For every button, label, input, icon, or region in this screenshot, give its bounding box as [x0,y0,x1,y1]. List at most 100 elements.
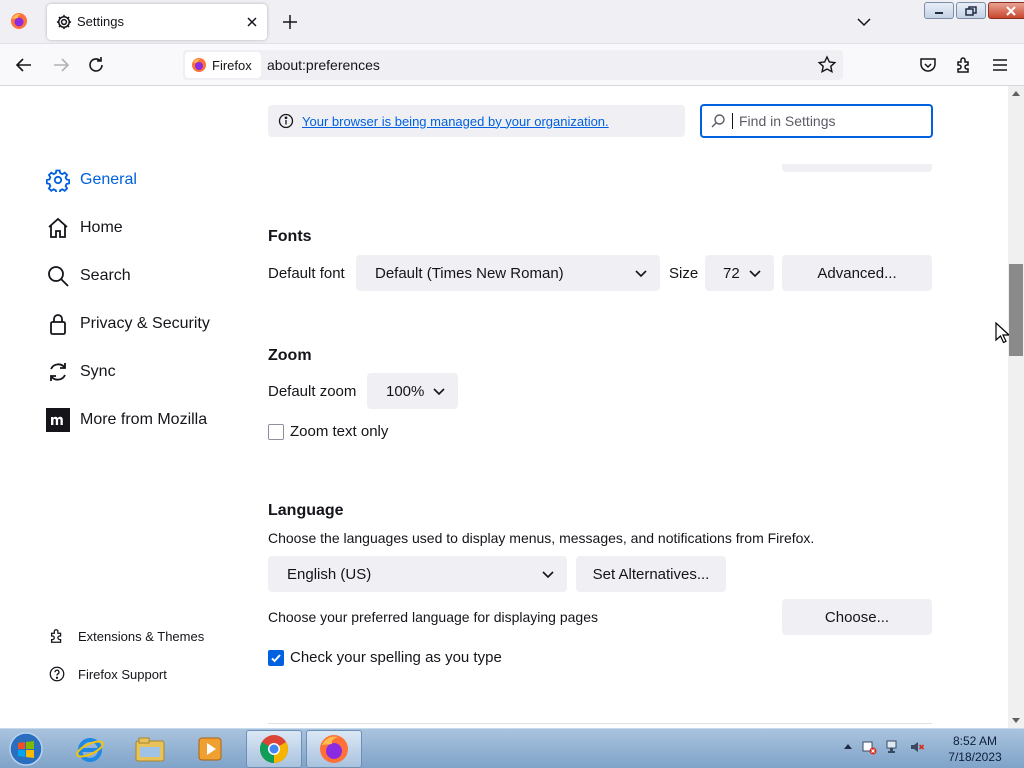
url-bar[interactable]: Firefox about:preferences [183,50,843,80]
chrome-icon [260,735,288,763]
close-icon[interactable] [243,13,261,31]
size-label: Size [669,265,699,282]
sidebar-item-label: Search [80,267,131,284]
scroll-down-icon[interactable] [1012,716,1020,724]
volume-muted-icon[interactable] [909,739,925,755]
restore-button[interactable] [956,2,986,19]
clock-date: 7/18/2023 [948,750,1002,764]
scroll-up-icon[interactable] [1012,90,1020,98]
sidebar-item-home[interactable]: Home [46,216,123,240]
sidebar-item-label: Sync [80,363,116,380]
puzzle-icon [50,629,62,643]
internet-explorer-icon [76,738,104,762]
page-language-label: Choose your preferred language for displ… [268,609,598,625]
spellcheck-checkbox[interactable] [268,649,284,666]
bookmark-star-icon[interactable] [817,55,837,75]
default-zoom-select[interactable]: 100% [367,373,458,409]
identity-box[interactable]: Firefox [185,52,261,78]
forward-arrow-icon[interactable] [51,55,71,75]
sidebar-item-sync[interactable]: Sync [46,360,116,384]
tab-settings[interactable]: Settings [47,4,267,40]
url-text[interactable]: about:preferences [267,57,380,73]
zoom-text-only-option[interactable]: Zoom text only [268,423,388,440]
firefox-logo-icon [320,735,348,763]
default-font-value: Default (Times New Roman) [375,264,564,282]
choose-language-button[interactable]: Choose... [782,599,932,635]
minimize-button[interactable] [924,2,954,19]
extensions-themes-link[interactable]: Extensions & Themes [48,627,204,645]
home-icon [48,217,68,238]
chevron-down-icon[interactable] [855,13,873,31]
help-icon [49,666,65,682]
settings-page: General Home Search Privacy & Security S… [0,86,1008,728]
advanced-fonts-button[interactable]: Advanced... [782,255,932,291]
start-button[interactable] [4,730,48,768]
gear-icon [56,14,72,30]
taskbar-chrome[interactable] [246,730,302,768]
firefox-logo-icon [192,58,206,72]
reload-icon[interactable] [86,55,106,75]
windows-start-icon [9,732,43,766]
policy-link[interactable]: Your browser is being managed by your or… [302,114,609,129]
sidebar-item-mozilla[interactable]: More from Mozilla [46,408,207,432]
mouse-cursor-icon [995,322,1009,344]
sidebar-item-search[interactable]: Search [46,264,131,288]
settings-search[interactable] [700,104,933,138]
search-icon [711,114,725,128]
action-center-icon[interactable] [861,739,877,755]
section-divider [268,723,932,724]
set-alternatives-button[interactable]: Set Alternatives... [576,556,726,592]
back-arrow-icon[interactable] [14,55,34,75]
sidebar-item-label: More from Mozilla [80,411,208,428]
firefox-support-link[interactable]: Firefox Support [48,665,167,683]
chevron-down-icon [635,270,647,278]
clock-time: 8:52 AM [952,734,998,748]
language-select[interactable]: English (US) [268,556,567,592]
extensions-puzzle-icon[interactable] [954,55,974,75]
taskbar-ie[interactable] [62,730,118,768]
taskbar-media-player[interactable] [182,730,238,768]
network-icon[interactable] [885,739,901,755]
font-size-select[interactable]: 72 [705,255,774,291]
default-zoom-value: 100% [386,382,425,400]
minimize-icon [935,11,943,14]
pocket-icon[interactable] [918,55,938,75]
sidebar-item-label: General [80,171,137,188]
sidebar-item-general[interactable]: General [46,168,137,192]
default-font-select[interactable]: Default (Times New Roman) [356,255,660,291]
partially-visible-button[interactable] [782,164,932,172]
hamburger-menu-icon[interactable] [990,55,1010,75]
fonts-heading: Fonts [268,228,312,245]
search-input[interactable] [739,113,929,129]
folder-icon [135,737,165,762]
taskbar-firefox[interactable] [306,730,362,768]
media-player-icon [198,737,222,761]
gear-icon [46,169,70,192]
windows-taskbar: 8:52 AM 7/18/2023 [0,728,1024,768]
mozilla-icon [46,408,70,432]
default-font-label: Default font [268,265,345,282]
sidebar-item-privacy[interactable]: Privacy & Security [46,312,210,336]
taskbar-clock[interactable]: 8:52 AM 7/18/2023 [940,733,1010,765]
lock-icon [50,314,66,335]
info-icon [278,113,294,129]
spellcheck-option[interactable]: Check your spelling as you type [268,649,502,666]
identity-label: Firefox [212,57,252,73]
new-tab-icon[interactable] [280,12,300,32]
close-window-button[interactable] [988,2,1024,19]
language-description: Choose the languages used to display men… [268,530,815,546]
chevron-down-icon [542,571,554,579]
show-hidden-icons-icon[interactable] [843,742,853,752]
scroll-thumb[interactable] [1009,264,1023,356]
policy-notice: Your browser is being managed by your or… [268,105,685,137]
vertical-scrollbar[interactable] [1008,86,1024,728]
taskbar-explorer[interactable] [122,730,178,768]
restore-icon [965,5,977,16]
firefox-view-icon[interactable] [10,12,28,30]
zoom-text-only-checkbox[interactable] [268,423,284,440]
system-tray [843,739,925,755]
window-controls [924,2,1024,20]
tab-bar: Settings [0,0,1024,44]
sidebar-foot-label: Firefox Support [78,666,167,682]
language-value: English (US) [287,565,372,583]
